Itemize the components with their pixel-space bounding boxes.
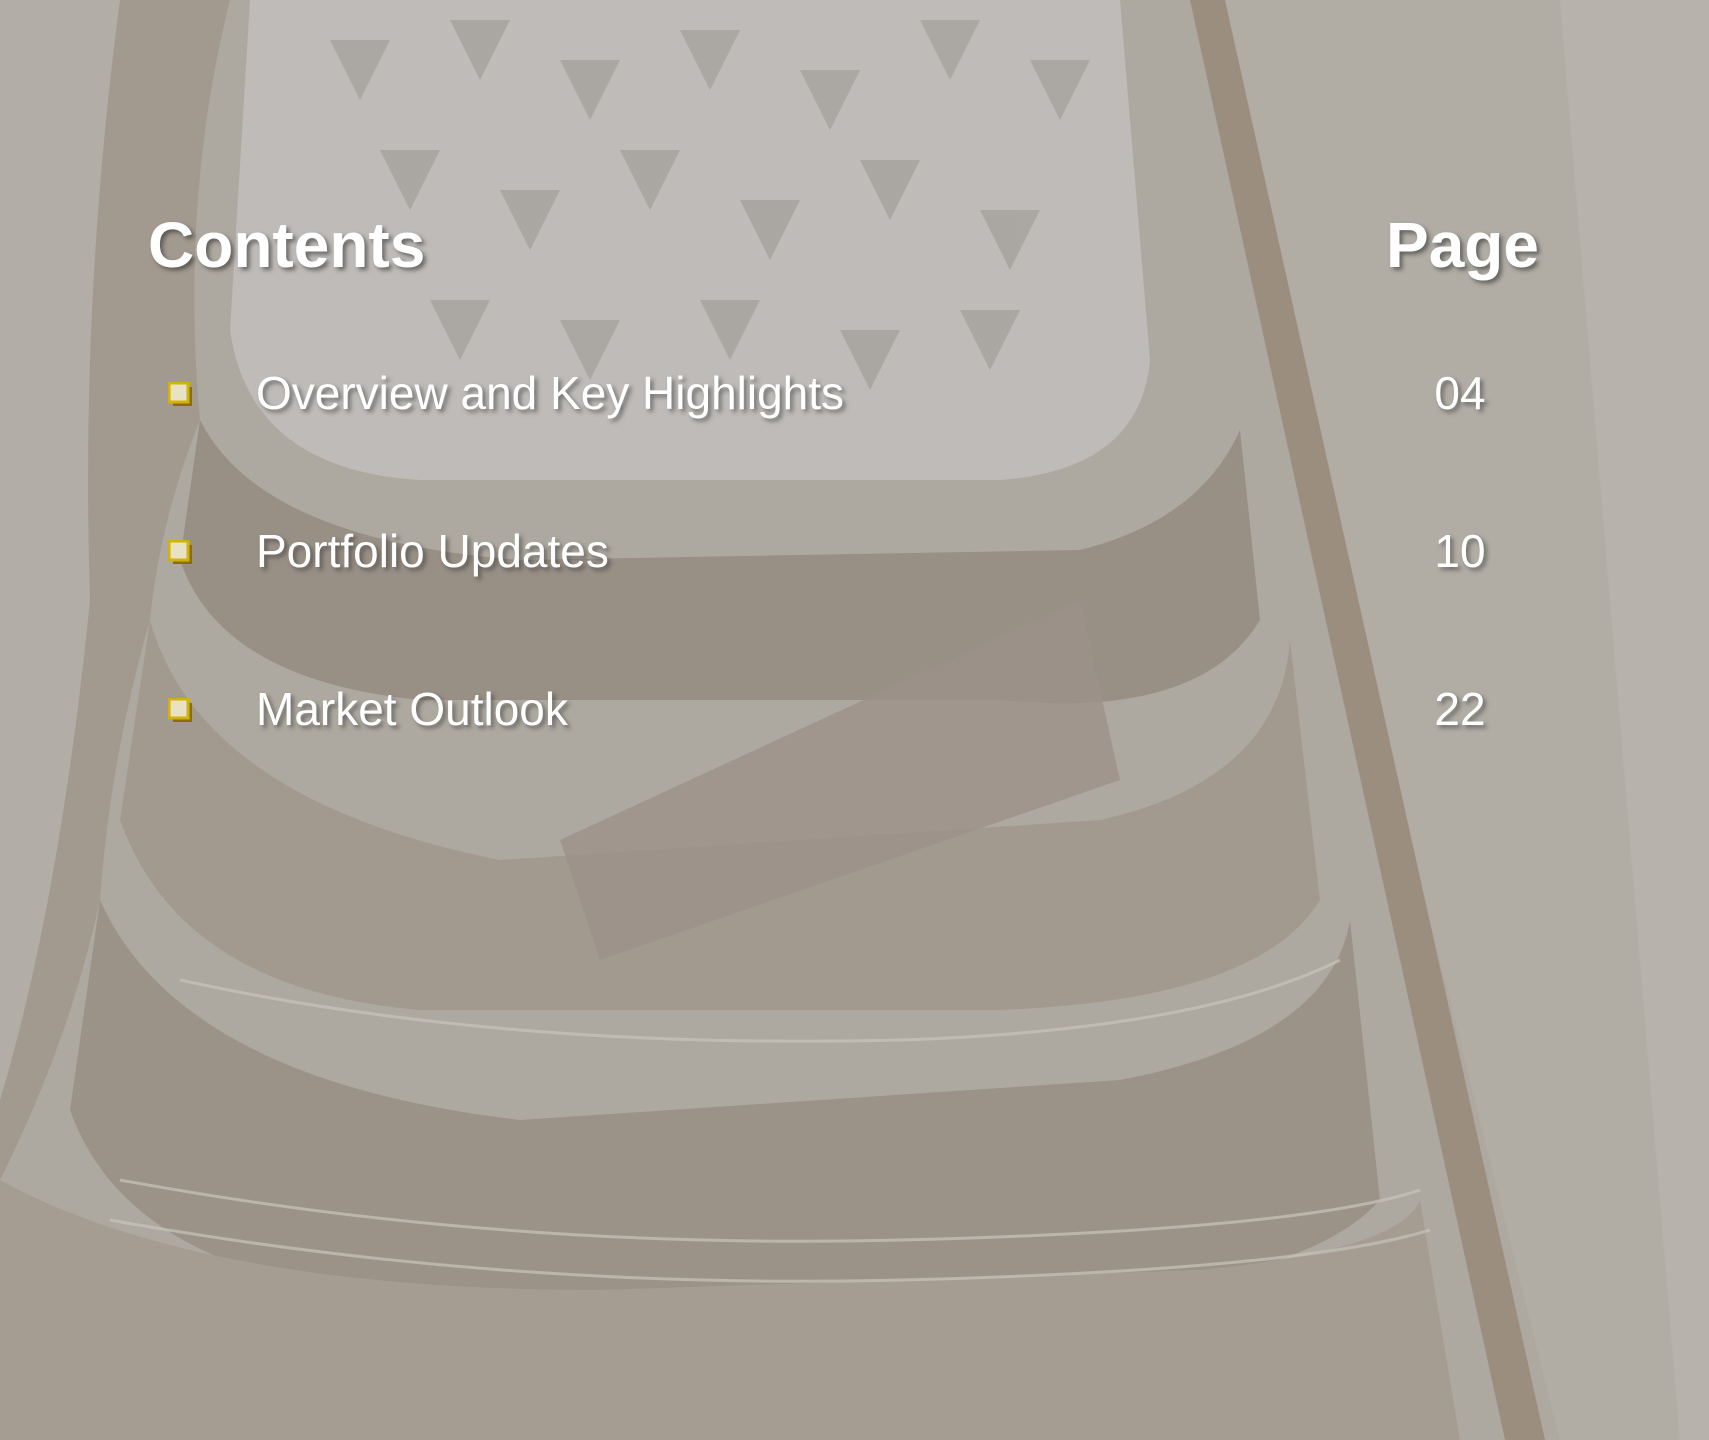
toc-row-market-outlook[interactable]: Market Outlook 22 [160,676,1530,746]
square-bullet-icon [168,382,194,408]
toc-page-number: 04 [1434,367,1486,419]
square-bullet-icon [168,540,194,566]
toc-page-number: 10 [1434,525,1486,577]
toc-row-overview[interactable]: Overview and Key Highlights 04 [160,360,1530,430]
toc-row-portfolio[interactable]: Portfolio Updates 10 [160,518,1530,588]
square-bullet-icon [168,698,194,724]
toc-label: Overview and Key Highlights [256,367,845,419]
toc-page-number: 22 [1434,683,1486,735]
toc-label: Market Outlook [256,683,568,735]
table-of-contents: Overview and Key Highlights 04 Portfolio… [0,0,1709,1440]
toc-label: Portfolio Updates [256,525,609,577]
